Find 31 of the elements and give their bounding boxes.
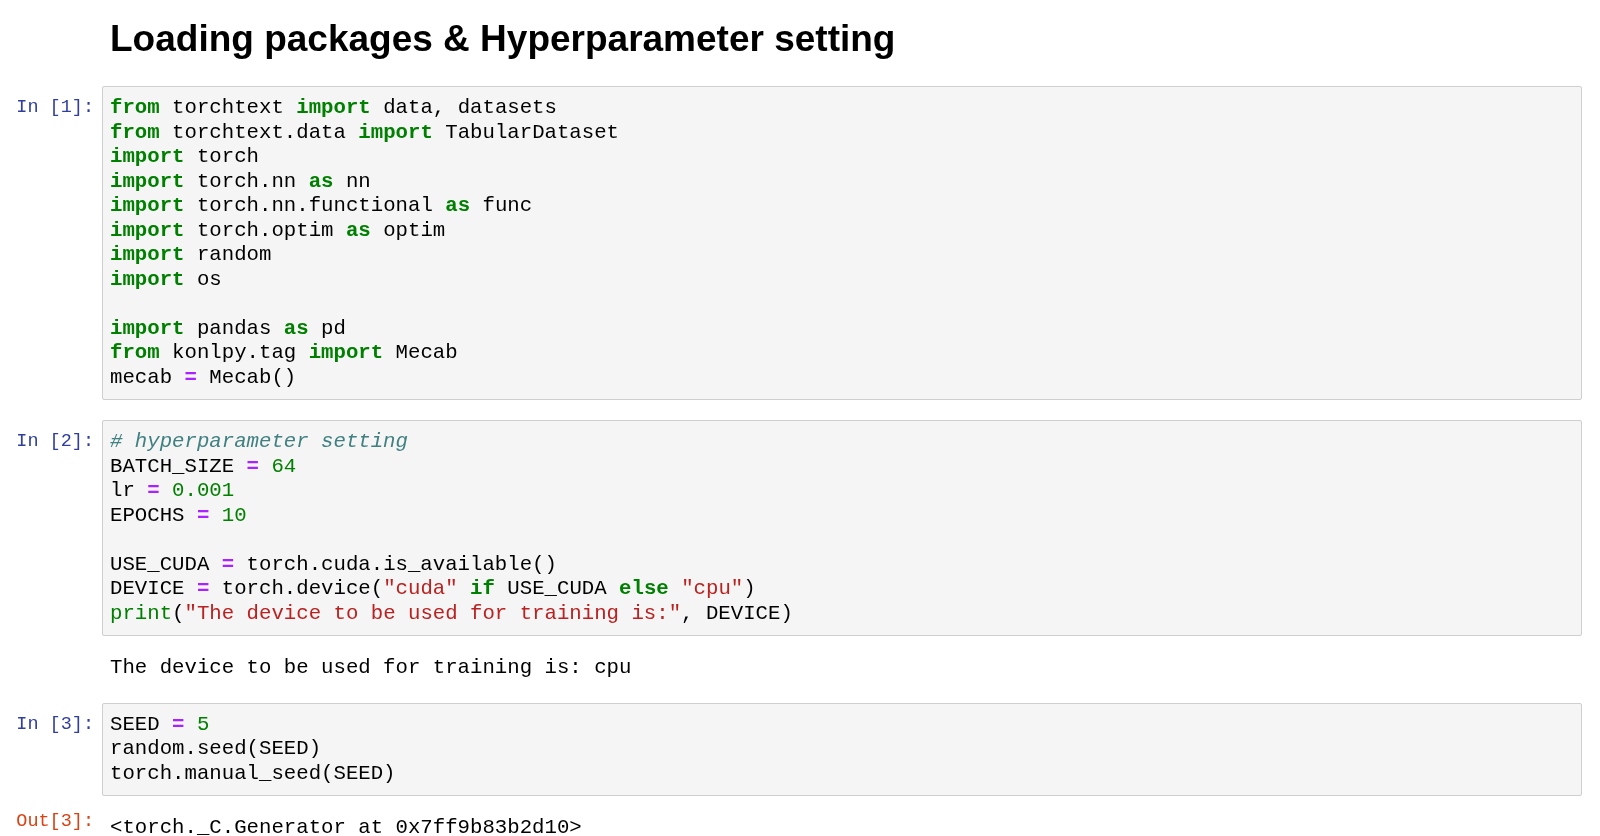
code-line: import pandas as pd xyxy=(110,316,347,341)
code-line: # hyperparameter setting xyxy=(110,430,409,455)
input-prompt: In [1]: xyxy=(15,96,95,120)
code-line: import random xyxy=(110,243,273,268)
code-line: import torch.nn as nn xyxy=(110,169,372,194)
output-prompt: Out[3]: xyxy=(15,810,95,834)
code-line: from torchtext import data, datasets xyxy=(110,96,558,121)
input-prompt: In [2]: xyxy=(15,430,95,454)
code-line: random.seed(SEED) xyxy=(110,737,323,762)
output-text: <torch._C.Generator at 0x7ff9b83b2d10> xyxy=(109,815,582,836)
code-line: DEVICE = torch.device("cuda" if USE_CUDA else "cpu") xyxy=(110,577,757,602)
code-cell[interactable] xyxy=(102,420,1582,636)
code-line: mecab = Mecab() xyxy=(110,365,298,390)
code-cell[interactable]: SEED = 5 random.seed(SEED) torch.manual_seed(SEED) xyxy=(102,702,1582,796)
code-line: import torch.nn.functional as func xyxy=(110,194,534,219)
code-cell[interactable] xyxy=(102,86,1582,400)
code-line: import torch.optim as optim xyxy=(110,218,447,243)
section-heading: Loading packages & Hyperparameter setting xyxy=(110,18,897,60)
code-line: BATCH_SIZE = 64 xyxy=(110,454,298,479)
code-line: torch.manual_seed(SEED) xyxy=(110,761,397,786)
code-line: import torch xyxy=(110,145,260,170)
input-prompt: In [3]: xyxy=(15,712,95,737)
code-line: EPOCHS = 10 xyxy=(110,503,248,528)
code-line: SEED = 5 xyxy=(110,712,211,737)
output-text: The device to be used for training is: cpu xyxy=(109,655,632,681)
code-line: from konlpy.tag import Mecab xyxy=(110,341,459,366)
code-line: from torchtext.data import TabularDataset xyxy=(110,120,621,145)
code-line: import os xyxy=(110,267,223,292)
code-line: print("The device to be used for training is:", DEVICE) xyxy=(110,601,794,626)
code-line: lr = 0.001 xyxy=(110,479,236,504)
code-line: USE_CUDA = torch.cuda.is_available() xyxy=(110,552,558,577)
